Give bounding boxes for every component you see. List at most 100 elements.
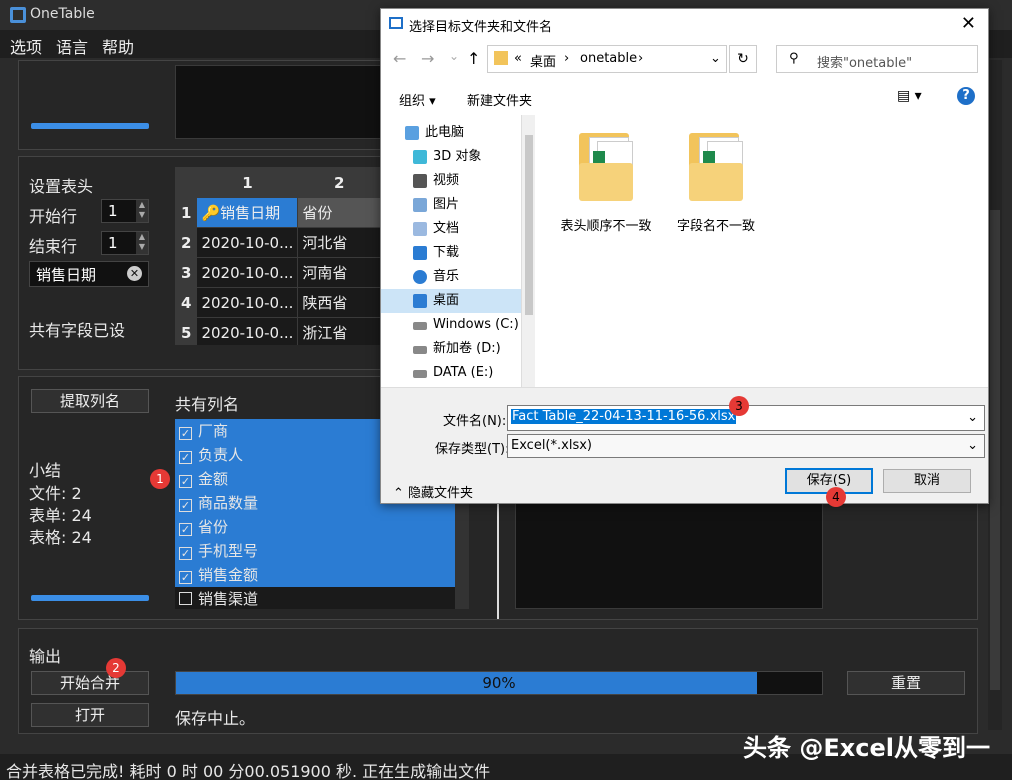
- tree-item-3d[interactable]: 3D 对象: [381, 145, 521, 169]
- tree-scrollbar-thumb[interactable]: [525, 135, 533, 315]
- table-cell[interactable]: 2020-10-0...: [196, 257, 299, 288]
- table-cell[interactable]: 2020-10-0...: [196, 227, 299, 258]
- tree-item-documents[interactable]: 文档: [381, 217, 521, 241]
- common-fields-status: 共有字段已设: [29, 321, 126, 340]
- tree-item-drive-c[interactable]: Windows (C:): [381, 313, 521, 337]
- extract-columns-button[interactable]: 提取列名: [31, 389, 149, 413]
- tree-item-drive-e[interactable]: DATA (E:): [381, 361, 521, 385]
- main-scrollbar-thumb[interactable]: [990, 210, 1000, 690]
- tree-item-music[interactable]: 音乐: [381, 265, 521, 289]
- clear-field-icon[interactable]: ✕: [127, 266, 142, 281]
- column-label: 销售渠道: [198, 590, 259, 608]
- chevron-down-icon[interactable]: ⌄: [710, 51, 721, 66]
- checkbox-unchecked-icon[interactable]: [179, 592, 192, 605]
- tree-item-video[interactable]: 视频: [381, 169, 521, 193]
- chevron-down-icon[interactable]: ⌄: [967, 407, 978, 429]
- search-icon: ⚲: [789, 51, 799, 66]
- main-scrollbar[interactable]: [988, 60, 1002, 730]
- tree-item-downloads[interactable]: 下载: [381, 241, 521, 265]
- header-settings-title: 设置表头: [29, 177, 94, 196]
- filetype-select[interactable]: Excel(*.xlsx) ⌄: [507, 434, 985, 458]
- col-header[interactable]: 1: [196, 167, 299, 198]
- summary-tables: 表格: 24: [29, 528, 92, 547]
- table-cell[interactable]: 陕西省: [297, 287, 381, 318]
- open-button[interactable]: 打开: [31, 703, 149, 727]
- help-icon[interactable]: ?: [957, 87, 975, 105]
- selected-field-tag[interactable]: 销售日期 ✕: [29, 261, 149, 287]
- tree-scrollbar[interactable]: [521, 115, 535, 387]
- tree-item-pictures[interactable]: 图片: [381, 193, 521, 217]
- menu-language[interactable]: 语言: [56, 34, 88, 58]
- hide-folders-label: 隐藏文件夹: [408, 486, 474, 501]
- col-header[interactable]: 2: [297, 167, 381, 198]
- folder-item[interactable]: 表头顺序不一致: [551, 129, 661, 234]
- forward-arrow-icon[interactable]: →: [421, 49, 434, 68]
- refresh-icon[interactable]: ↻: [729, 45, 757, 73]
- view-options-icon[interactable]: ▤ ▾: [897, 88, 922, 104]
- columns-progress-bar: [31, 595, 149, 601]
- tree-label: 此电脑: [425, 125, 465, 140]
- tree-item-desktop[interactable]: 桌面: [381, 289, 521, 313]
- header-preview-grid: 1 2 1 🔑销售日期 省份 2 2020-10-0... 河北省 3 2020…: [175, 167, 381, 345]
- checkbox-checked-icon[interactable]: ✓: [179, 451, 192, 464]
- start-merge-button[interactable]: 开始合并: [31, 671, 149, 695]
- table-cell[interactable]: 2020-10-0...: [196, 287, 299, 318]
- chevron-down-icon[interactable]: ⌄: [967, 435, 978, 457]
- table-cell[interactable]: 河北省: [297, 227, 381, 258]
- list-item[interactable]: ✓ 销售金额: [175, 563, 469, 587]
- end-row-spinner[interactable]: 1 ▲ ▼: [101, 231, 149, 255]
- address-bar[interactable]: « 桌面 › onetable › ⌄: [487, 45, 727, 73]
- checkbox-checked-icon[interactable]: ✓: [179, 547, 192, 560]
- column-label: 商品数量: [198, 494, 259, 512]
- column-label: 销售金额: [198, 566, 259, 584]
- navigation-tree[interactable]: 此电脑 3D 对象 视频 图片 文档 下载 音乐 桌面 Windows (C:)…: [381, 115, 535, 387]
- breadcrumb-desktop[interactable]: 桌面: [530, 51, 556, 70]
- chevron-right-icon[interactable]: ›: [564, 51, 569, 66]
- start-row-spinner[interactable]: 1 ▲ ▼: [101, 199, 149, 223]
- list-item[interactable]: 销售渠道: [175, 587, 469, 611]
- folder-icon: [494, 51, 508, 65]
- new-folder-button[interactable]: 新建文件夹: [467, 90, 532, 109]
- back-arrow-icon[interactable]: ←: [393, 49, 406, 68]
- tree-item-this-pc[interactable]: 此电脑: [381, 121, 521, 145]
- start-row-label: 开始行: [29, 207, 78, 226]
- table-cell[interactable]: 省份: [297, 197, 381, 228]
- tree-item-drive-d[interactable]: 新加卷 (D:): [381, 337, 521, 361]
- checkbox-checked-icon[interactable]: ✓: [179, 475, 192, 488]
- table-row[interactable]: 3 2020-10-0... 河南省: [175, 257, 381, 288]
- list-item[interactable]: ✓ 手机型号: [175, 539, 469, 563]
- search-box[interactable]: ⚲ 搜索"onetable": [776, 45, 978, 73]
- table-row[interactable]: 2 2020-10-0... 河北省: [175, 227, 381, 258]
- table-cell[interactable]: 2020-10-0...: [196, 317, 299, 345]
- table-cell[interactable]: 浙江省: [297, 317, 381, 345]
- progress-label: 90%: [482, 674, 516, 692]
- hide-folders-toggle[interactable]: ⌃ 隐藏文件夹: [393, 482, 473, 501]
- checkbox-checked-icon[interactable]: ✓: [179, 499, 192, 512]
- reset-button[interactable]: 重置: [847, 671, 965, 695]
- checkbox-checked-icon[interactable]: ✓: [179, 523, 192, 536]
- folder-name: 表头顺序不一致: [560, 219, 652, 234]
- watermark: 头条 @Excel从零到一: [743, 734, 990, 762]
- table-row[interactable]: 5 2020-10-0... 浙江省: [175, 317, 381, 345]
- checkbox-checked-icon[interactable]: ✓: [179, 427, 192, 440]
- checkbox-checked-icon[interactable]: ✓: [179, 571, 192, 584]
- menu-help[interactable]: 帮助: [102, 34, 134, 58]
- spinner-arrows-icon[interactable]: ▲ ▼: [136, 232, 148, 254]
- list-item[interactable]: ✓ 省份: [175, 515, 469, 539]
- menu-options[interactable]: 选项: [10, 34, 42, 58]
- breadcrumb-onetable[interactable]: onetable: [580, 51, 637, 66]
- cancel-button[interactable]: 取消: [883, 469, 971, 493]
- table-cell[interactable]: 🔑销售日期: [196, 197, 299, 228]
- recent-chevron-icon[interactable]: ⌄: [449, 49, 459, 63]
- table-row[interactable]: 1 🔑销售日期 省份: [175, 197, 381, 228]
- organize-button[interactable]: 组织 ▾: [399, 90, 436, 109]
- table-cell[interactable]: 河南省: [297, 257, 381, 288]
- spinner-arrows-icon[interactable]: ▲ ▼: [136, 200, 148, 222]
- corner-cell: [175, 167, 198, 198]
- table-row[interactable]: 4 2020-10-0... 陕西省: [175, 287, 381, 318]
- close-icon[interactable]: ✕: [961, 13, 976, 34]
- folder-item[interactable]: 字段名不一致: [661, 129, 771, 234]
- up-arrow-icon[interactable]: ↑: [467, 49, 480, 68]
- chevron-right-icon[interactable]: ›: [638, 51, 643, 66]
- breadcrumb-prefix[interactable]: «: [514, 51, 522, 66]
